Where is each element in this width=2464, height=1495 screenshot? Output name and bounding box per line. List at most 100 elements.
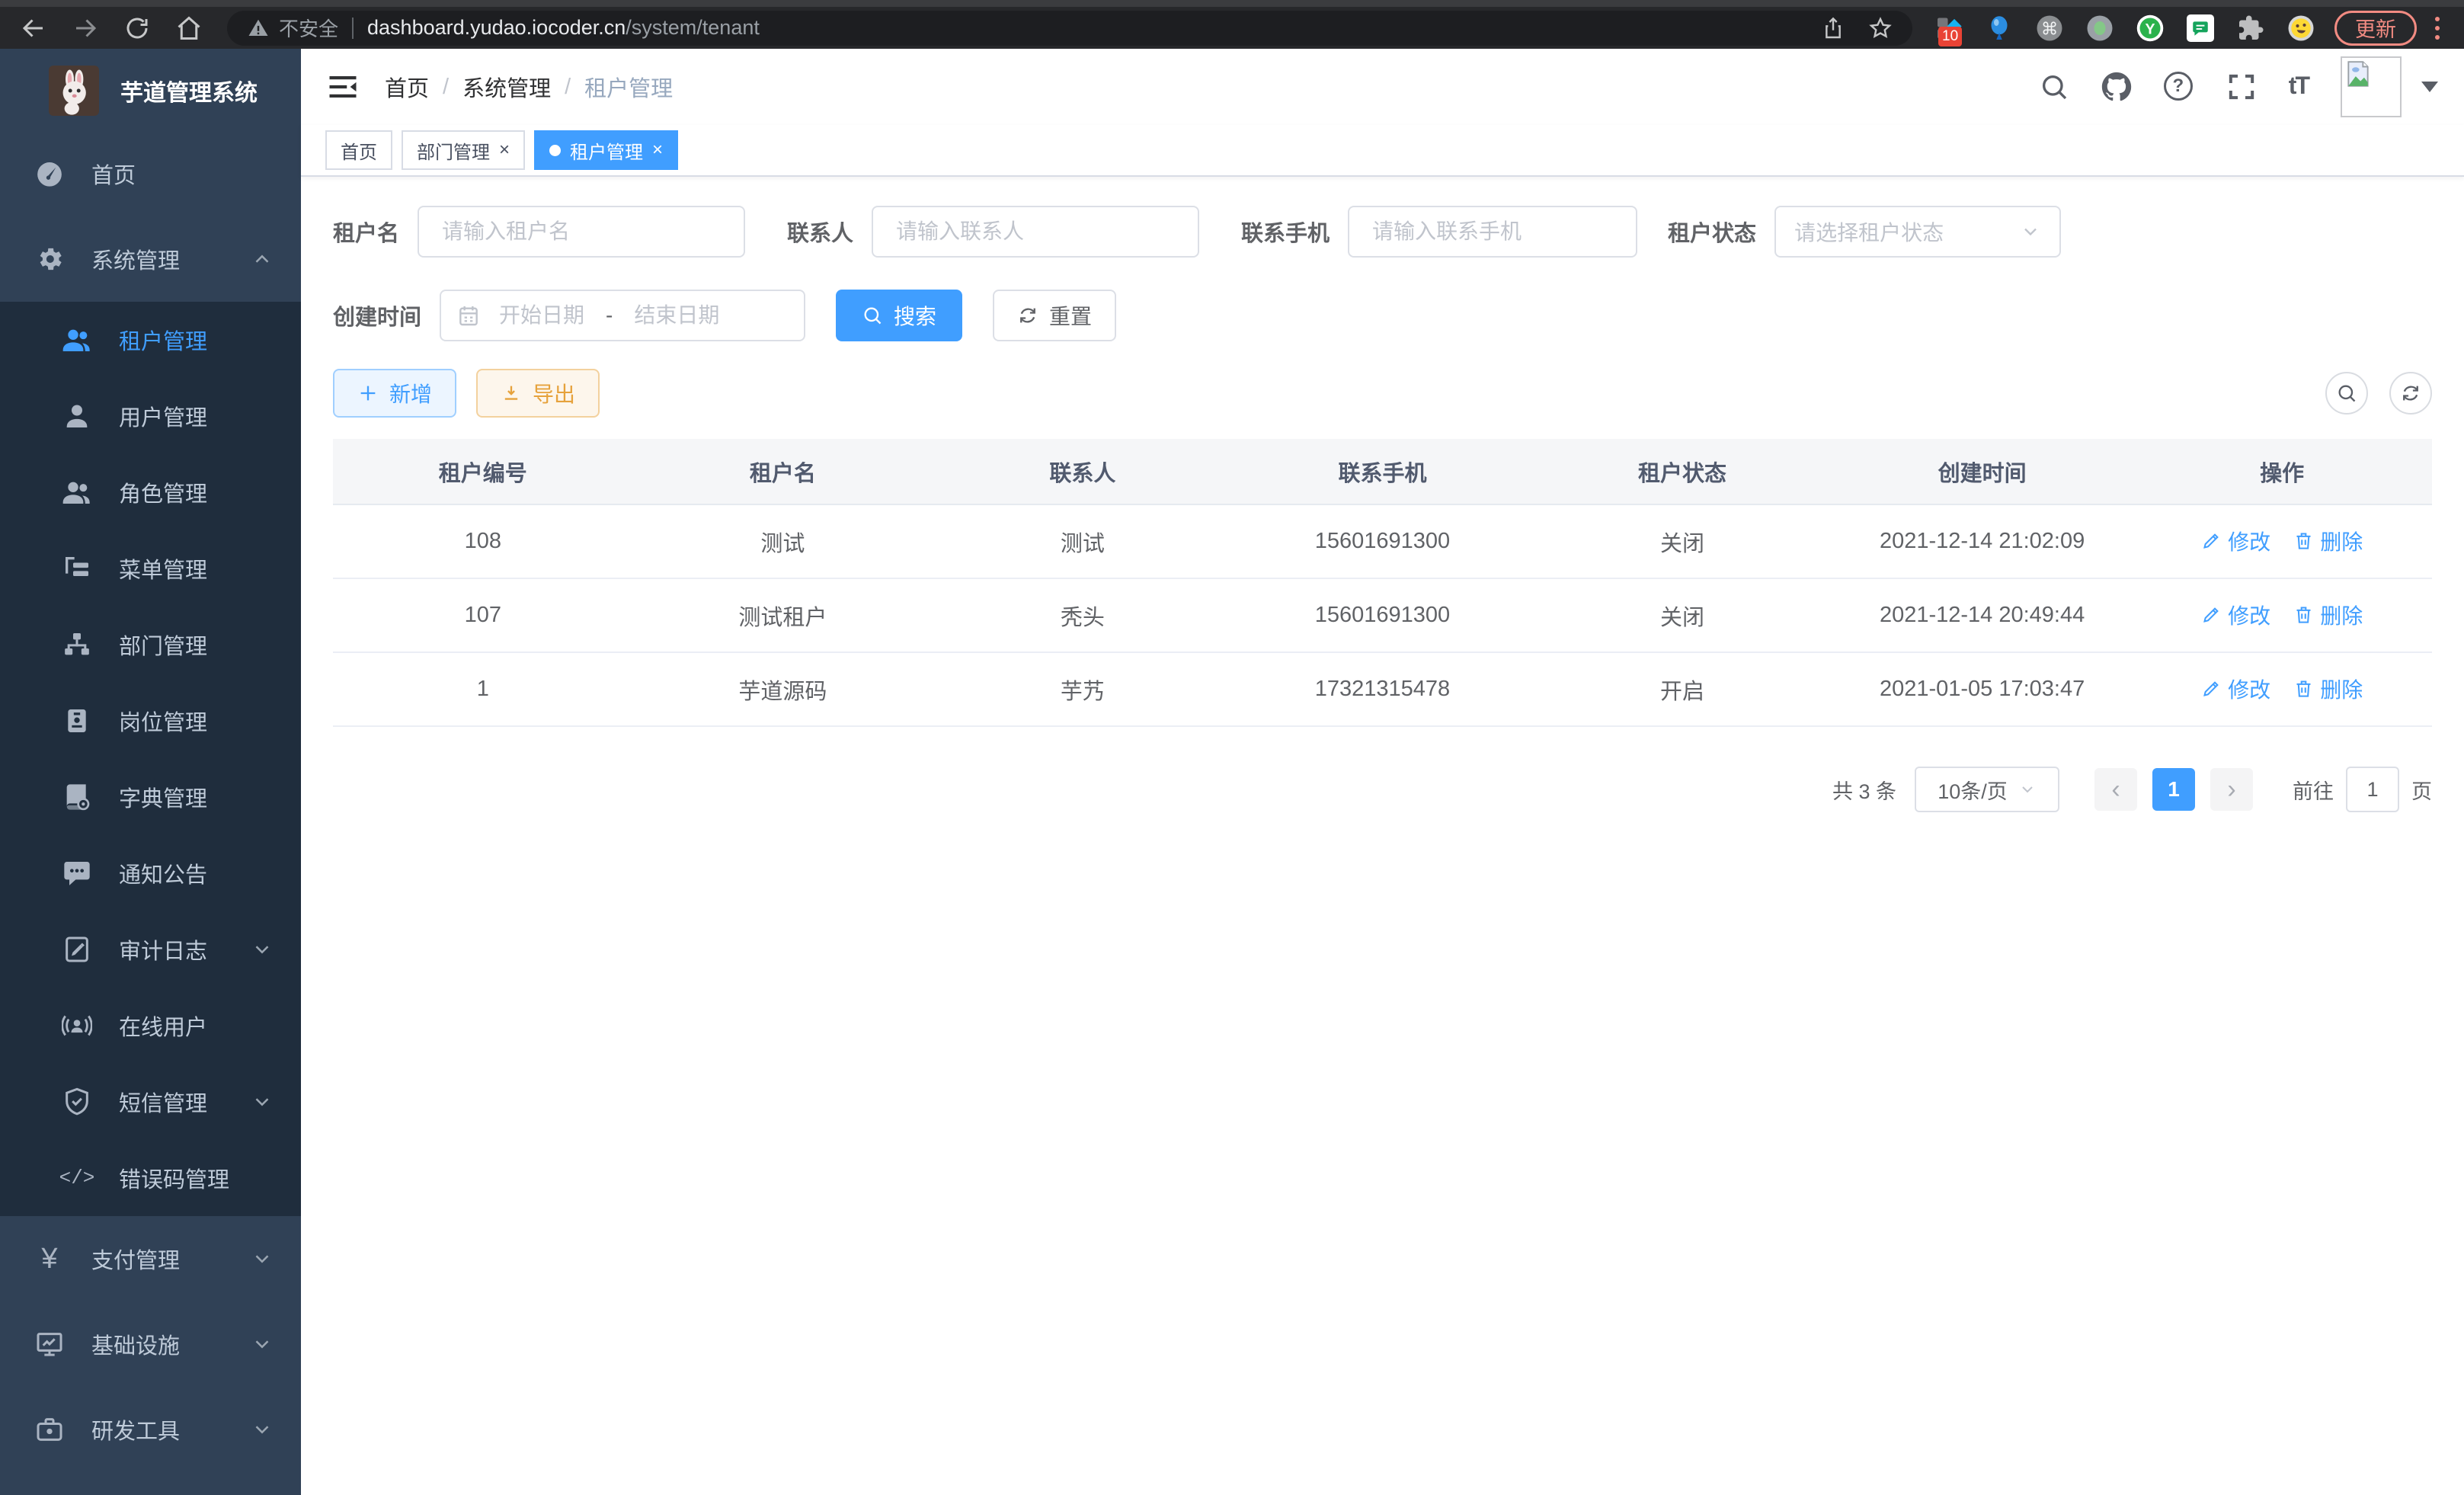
sidebar-item-dept[interactable]: 部门管理 [0,607,301,683]
header-search-icon[interactable] [2039,72,2069,102]
sidebar-item-devtools[interactable]: 研发工具 [0,1387,301,1472]
delete-link[interactable]: 删除 [2293,674,2363,704]
sidebar-item-label: 首页 [91,158,136,190]
fullscreen-icon[interactable] [2226,72,2257,102]
delete-link[interactable]: 删除 [2293,600,2363,630]
extension-emoji-icon[interactable] [2286,13,2316,43]
edit-link[interactable]: 修改 [2201,674,2270,704]
search-button[interactable]: 搜索 [836,290,962,341]
extension-y-icon[interactable]: Y [2135,13,2165,43]
col-created: 创建时间 [1832,439,2133,504]
sidebar-item-label: 错误码管理 [119,1162,229,1194]
breadcrumb-home[interactable]: 首页 [385,71,429,103]
chevron-down-icon [251,938,274,961]
extension-record-icon[interactable] [2085,13,2115,43]
browser-reload-icon[interactable] [123,14,151,42]
sidebar-item-role[interactable]: 角色管理 [0,454,301,530]
current-page[interactable]: 1 [2152,768,2195,811]
sidebar-item-post[interactable]: 岗位管理 [0,683,301,759]
col-tenant-name: 租户名 [633,439,933,504]
sidebar-item-pay[interactable]: ¥ 支付管理 [0,1216,301,1301]
avatar-caret-icon[interactable] [2421,82,2438,92]
toggle-search-button[interactable] [2325,372,2368,415]
bookmark-star-icon[interactable] [1868,16,1893,40]
refresh-button[interactable] [2389,372,2432,415]
browser-menu-icon[interactable] [2430,12,2444,44]
col-mobile: 联系手机 [1233,439,1533,504]
sidebar-item-user[interactable]: 用户管理 [0,378,301,454]
extension-tampermonkey-icon[interactable]: 10 [1934,13,1964,43]
mobile-label: 联系手机 [1241,216,1330,248]
sidebar-item-home[interactable]: 首页 [0,131,301,216]
mobile-input[interactable] [1348,206,1637,258]
font-size-icon[interactable]: tT [2289,72,2309,102]
url-divider [352,18,354,39]
extension-chat-icon[interactable] [2185,13,2216,43]
create-time-range-picker[interactable]: - [440,290,805,341]
org-tree-icon [58,628,96,661]
delete-link[interactable]: 删除 [2293,526,2363,556]
sidebar-item-label: 系统管理 [91,243,180,275]
page-size-select[interactable]: 10条/页 [1915,767,2059,812]
browser-home-icon[interactable] [175,14,203,42]
url-host[interactable]: dashboard.yudao.iocoder.cn [367,16,626,40]
edit-link[interactable]: 修改 [2201,526,2270,556]
sidebar-item-label: 租户管理 [119,324,207,356]
window-title-strip [0,0,2464,7]
sidebar-item-infra[interactable]: 基础设施 [0,1301,301,1387]
close-icon[interactable]: × [499,139,510,161]
address-bar[interactable]: 不安全 dashboard.yudao.iocoder.cn/system/te… [227,11,1912,46]
calendar-icon [456,303,481,328]
sidebar-item-tenant[interactable]: 租户管理 [0,302,301,378]
export-button[interactable]: 导出 [476,369,600,418]
tab-dept[interactable]: 部门管理× [402,130,525,170]
browser-update-button[interactable]: 更新 [2334,11,2417,46]
sidebar-item-error-code[interactable]: </> 错误码管理 [0,1140,301,1216]
users-icon [58,323,96,357]
contact-input[interactable] [872,206,1199,258]
help-icon[interactable]: ? [2164,72,2194,102]
sidebar-item-menu[interactable]: 菜单管理 [0,530,301,607]
sidebar-item-label: 在线用户 [119,1010,207,1042]
extension-command-icon[interactable]: ⌘ [2034,13,2065,43]
sidebar-collapse-icon[interactable] [327,71,359,103]
status-select[interactable]: 请选择租户状态 [1774,206,2061,258]
start-date-input[interactable] [481,303,603,328]
github-icon[interactable] [2101,72,2132,102]
tab-home[interactable]: 首页 [325,130,392,170]
code-icon: </> [58,1161,96,1195]
next-page-button[interactable]: › [2210,768,2253,811]
chevron-down-icon [2020,221,2041,242]
tenant-table: 租户编号 租户名 联系人 联系手机 租户状态 创建时间 操作 108 测试 测试 [333,439,2432,727]
share-icon[interactable] [1821,16,1845,40]
sidebar-item-system[interactable]: 系统管理 [0,216,301,302]
url-path[interactable]: /system/tenant [626,16,760,40]
sidebar-item-online-users[interactable]: 在线用户 [0,988,301,1064]
sidebar-item-sms[interactable]: 短信管理 [0,1064,301,1140]
gear-icon [30,242,69,276]
breadcrumb-system[interactable]: 系统管理 [462,71,551,103]
avatar[interactable] [2341,56,2402,117]
end-date-input[interactable] [616,303,738,328]
security-label[interactable]: 不安全 [279,14,338,42]
sidebar-item-label: 审计日志 [119,933,207,965]
edit-link[interactable]: 修改 [2201,600,2270,630]
tab-tenant[interactable]: 租户管理× [534,130,678,170]
add-button[interactable]: 新增 [333,369,456,418]
extensions-puzzle-icon[interactable] [2235,13,2266,43]
prev-page-button[interactable]: ‹ [2094,768,2137,811]
sidebar-item-dict[interactable]: 字典管理 [0,759,301,835]
goto-page-input[interactable] [2346,767,2399,812]
browser-forward-icon[interactable] [72,14,99,42]
sidebar-item-audit-log[interactable]: 审计日志 [0,911,301,988]
reset-button[interactable]: 重置 [993,290,1116,341]
table-row: 107 测试租户 秃头 15601691300 关闭 2021-12-14 20… [333,578,2432,652]
app-logo[interactable]: 芋道管理系统 [0,49,301,131]
sidebar-item-notice[interactable]: 通知公告 [0,835,301,911]
svg-text:⌘: ⌘ [2041,19,2059,39]
svg-text:Y: Y [2145,21,2155,37]
browser-back-icon[interactable] [20,14,47,42]
close-icon[interactable]: × [652,139,663,161]
tenant-name-input[interactable] [418,206,745,258]
extension-balloon-icon[interactable] [1984,13,2014,43]
